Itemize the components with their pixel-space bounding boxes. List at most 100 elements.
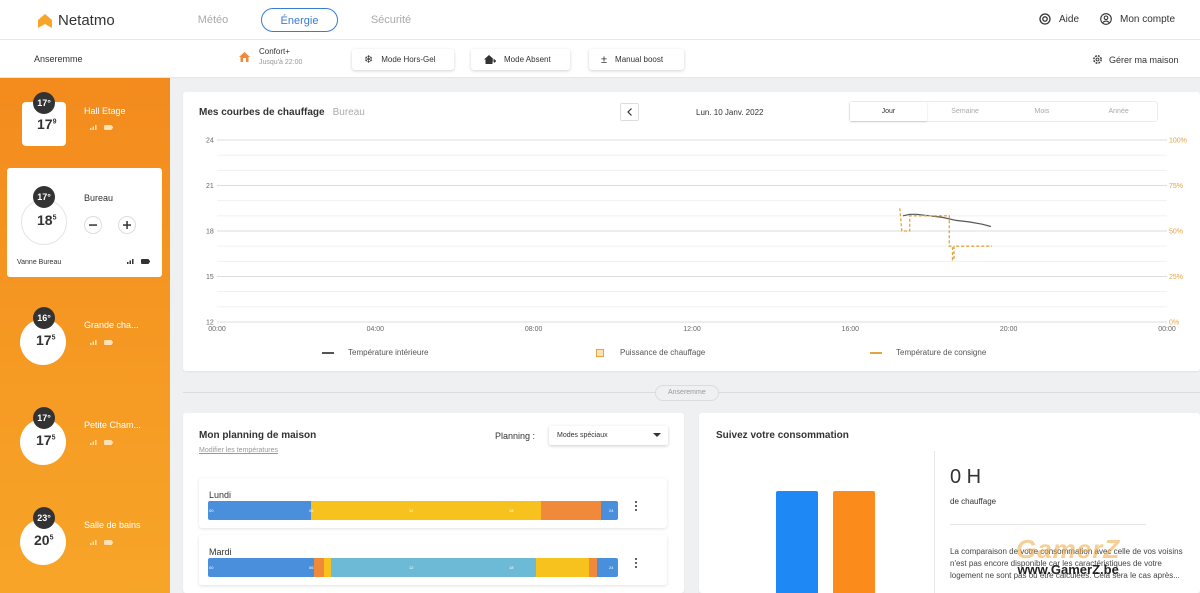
setpoint-badge: 16° [33,307,55,329]
setpoint-badge: 23° [33,507,55,529]
current-temperature: 205 [34,532,54,548]
planning-select[interactable]: Modes spéciaux [549,426,668,445]
x-tick-label: 00:00 [208,326,226,333]
schedule-hour-label: 00 [209,565,214,570]
battery-icon [141,258,150,264]
y2-tick-label: 100% [1169,138,1187,145]
room-salle-de-bains[interactable]: 23° 205 Salle de bains [0,498,170,593]
schedule-segment[interactable] [597,558,618,577]
room-petite-chambre[interactable]: 17° 175 Petite Cham... [0,398,170,498]
consumption-rule [950,524,1146,525]
legend-dashed-swatch [870,351,882,354]
setpoint-badge: 17° [33,407,55,429]
edit-temperatures-link[interactable]: Modifier les températures [199,447,278,454]
room-name: Bureau [84,193,114,203]
x-tick-label: 12:00 [683,326,701,333]
consumption-bars [760,451,900,593]
help-link[interactable]: Aide [1039,13,1079,25]
away-mode-button[interactable]: Mode Absent [471,49,570,70]
current-mode[interactable]: Confort+ Jusqu'à 22:00 [238,47,302,66]
frost-mode-label: Mode Hors-Gel [381,55,436,64]
room-status [90,124,113,130]
chart-date: Lun. 10 Janv. 2022 [696,108,764,117]
lifebuoy-icon [1039,13,1051,25]
schedule-segment[interactable] [535,558,589,577]
period-annee[interactable]: Année [1080,102,1157,121]
current-temperature: 175 [36,332,56,348]
y-tick-label: 15 [206,274,214,281]
x-tick-label: 16:00 [842,326,860,333]
previous-day-button[interactable] [620,103,639,121]
signal-icon [90,440,97,445]
room-status [127,258,150,264]
schedule-segment[interactable] [330,558,536,577]
room-grande-chambre[interactable]: 16° 175 Grande cha... [0,298,170,398]
room-bureau[interactable]: 17° 185 Bureau Vanne Bureau [7,168,162,277]
schedule-hour-label: 12 [409,565,414,570]
account-label: Mon compte [1120,13,1176,25]
legend-heating-power: Puissance de chauffage [596,348,705,357]
period-mois[interactable]: Mois [1004,102,1081,121]
room-status [90,539,113,545]
logo-text: Netatmo [58,12,115,29]
chevron-left-icon [626,108,632,116]
x-tick-label: 04:00 [367,326,385,333]
day-row-mardi[interactable]: Mardi 00 06 12 18 24 [199,535,667,585]
day-name: Lundi [209,490,232,500]
device-name: Vanne Bureau [17,259,62,266]
schedule-segment[interactable] [208,501,311,520]
planning-label: Planning : [495,431,536,441]
x-tick-label: 20:00 [1000,326,1018,333]
schedule-hour-label: 24 [609,565,614,570]
home-icon [239,51,250,62]
legend-indoor-temp: Température intérieure [322,348,428,357]
signal-icon [90,540,97,545]
consumption-separator [934,451,935,593]
consumption-bar-you [776,491,818,593]
tab-meteo[interactable]: Météo [188,8,238,32]
room-name: Hall Etage [84,106,126,116]
schedule-segment[interactable] [310,501,542,520]
planning-title: Mon planning de maison [199,430,317,441]
user-icon [1100,13,1112,25]
period-jour[interactable]: Jour [850,102,927,121]
y-tick-label: 18 [206,229,214,236]
battery-icon [104,124,113,130]
legend-label: Température de consigne [896,348,987,357]
tab-energie[interactable]: Énergie [261,8,338,32]
room-hall-etage[interactable]: 17° 179 Hall Etage [0,82,170,182]
day-row-lundi[interactable]: Lundi 00 06 12 18 24 [199,478,667,528]
decrease-temperature-button[interactable] [84,216,102,234]
schedule-segment[interactable] [588,558,598,577]
increase-temperature-button[interactable] [118,216,136,234]
legend-label: Puissance de chauffage [620,348,706,357]
account-link[interactable]: Mon compte [1100,13,1175,25]
signal-icon [90,340,97,345]
room-name: Petite Cham... [84,420,142,430]
manage-home-link[interactable]: Gérer ma maison [1092,54,1179,65]
y-tick-label: 24 [206,138,214,145]
schedule-hour-label: 18 [509,508,514,513]
schedule-segment[interactable] [324,558,331,577]
home-divider-label: Anseremme [655,385,719,401]
netatmo-logo-icon [38,13,52,28]
top-bar: Netatmo Météo Énergie Sécurité Aide Mon … [0,0,1200,40]
planning-selected-value: Modes spéciaux [557,432,608,439]
netatmo-logo[interactable]: Netatmo [38,12,115,29]
frost-mode-button[interactable]: ❄ Mode Hors-Gel [352,49,454,70]
schedule-segment[interactable] [208,558,314,577]
watermark-url: www.GamerZ.be [1017,562,1119,577]
kebab-menu-icon[interactable] [635,501,639,511]
heating-hours: 0 H [950,466,982,488]
manual-boost-button[interactable]: ± Manual boost [589,49,684,70]
period-semaine[interactable]: Semaine [927,102,1004,121]
watermark-logo: GamerZ [1016,534,1121,564]
signal-icon [127,259,134,264]
schedule-segment[interactable] [541,501,601,520]
tab-securite[interactable]: Sécurité [362,8,420,32]
kebab-menu-icon[interactable] [635,558,639,568]
day-name: Mardi [209,547,232,557]
schedule-segment[interactable] [313,558,325,577]
chart-title: Mes courbes de chauffage Bureau [199,107,365,118]
consumption-bar-neighbours [833,491,875,593]
